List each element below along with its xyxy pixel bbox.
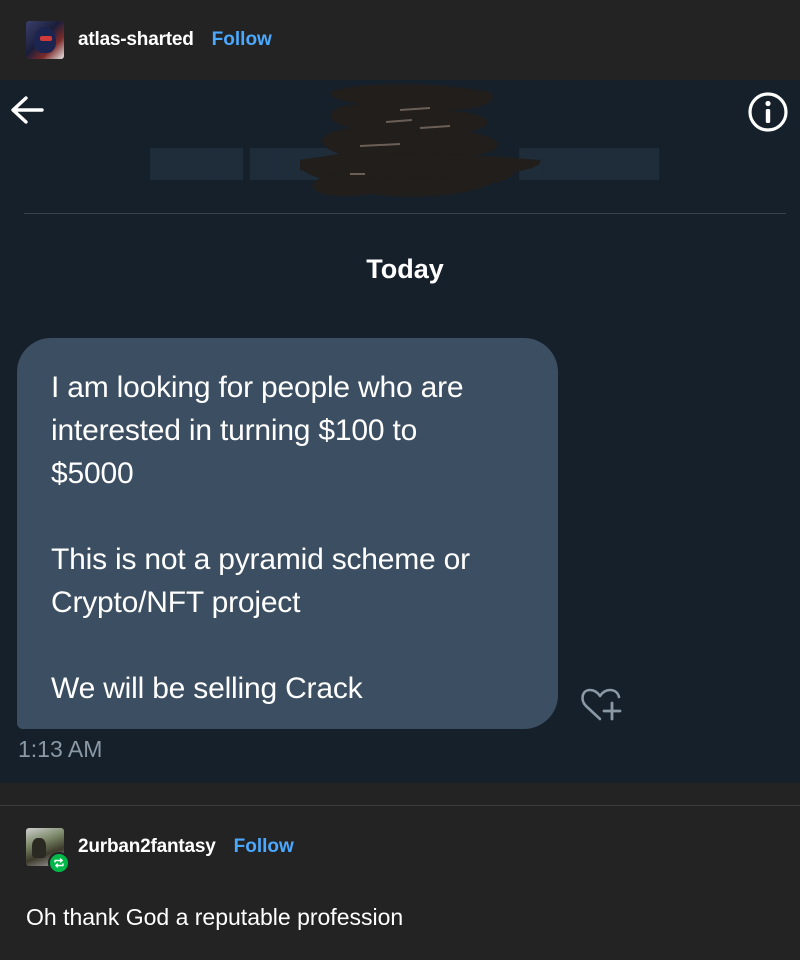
message-line: I am looking for people who are [51, 371, 464, 404]
reblogger-follow-button[interactable]: Follow [234, 836, 294, 858]
reblogger-username[interactable]: 2urban2fantasy [78, 836, 216, 858]
reblog-comment: Oh thank God a reputable profession [26, 904, 404, 930]
follow-button[interactable]: Follow [212, 29, 272, 51]
svg-text:▇▇▇▇▇▇: ▇▇▇▇▇▇ [519, 146, 659, 181]
reblogger-avatar-wrap[interactable] [26, 828, 70, 874]
author-username[interactable]: atlas-sharted [78, 29, 194, 51]
message-line: $5000 [51, 457, 134, 490]
reblog-separator [0, 805, 800, 806]
message-timestamp: 1:13 AM [18, 736, 103, 762]
redacted-conversation-header: ▇▇▇▇ ▇▇▇▇▇ ▇▇▇▇▇▇ [150, 84, 659, 197]
message-line: We will be selling Crack [51, 672, 363, 705]
back-arrow-icon[interactable] [8, 94, 46, 126]
reblog-header: 2urban2fantasy Follow [0, 825, 800, 874]
message-line: interested in turning $100 to [51, 414, 418, 447]
message-line: This is not a pyramid scheme or [51, 543, 470, 576]
date-divider: Today [366, 254, 444, 284]
author-avatar[interactable] [26, 21, 64, 59]
info-icon[interactable] [746, 90, 790, 134]
heart-plus-icon[interactable] [578, 685, 624, 725]
message-line: Crypto/NFT project [51, 586, 301, 619]
dm-screenshot: ▇▇▇▇ ▇▇▇▇▇ ▇▇▇▇▇▇ Today I am looking for… [0, 80, 800, 783]
message-bubble[interactable]: I am looking for people who are interest… [17, 338, 558, 729]
reblog-icon [48, 852, 70, 874]
post-header: atlas-sharted Follow [0, 0, 800, 80]
header-divider [24, 213, 786, 214]
